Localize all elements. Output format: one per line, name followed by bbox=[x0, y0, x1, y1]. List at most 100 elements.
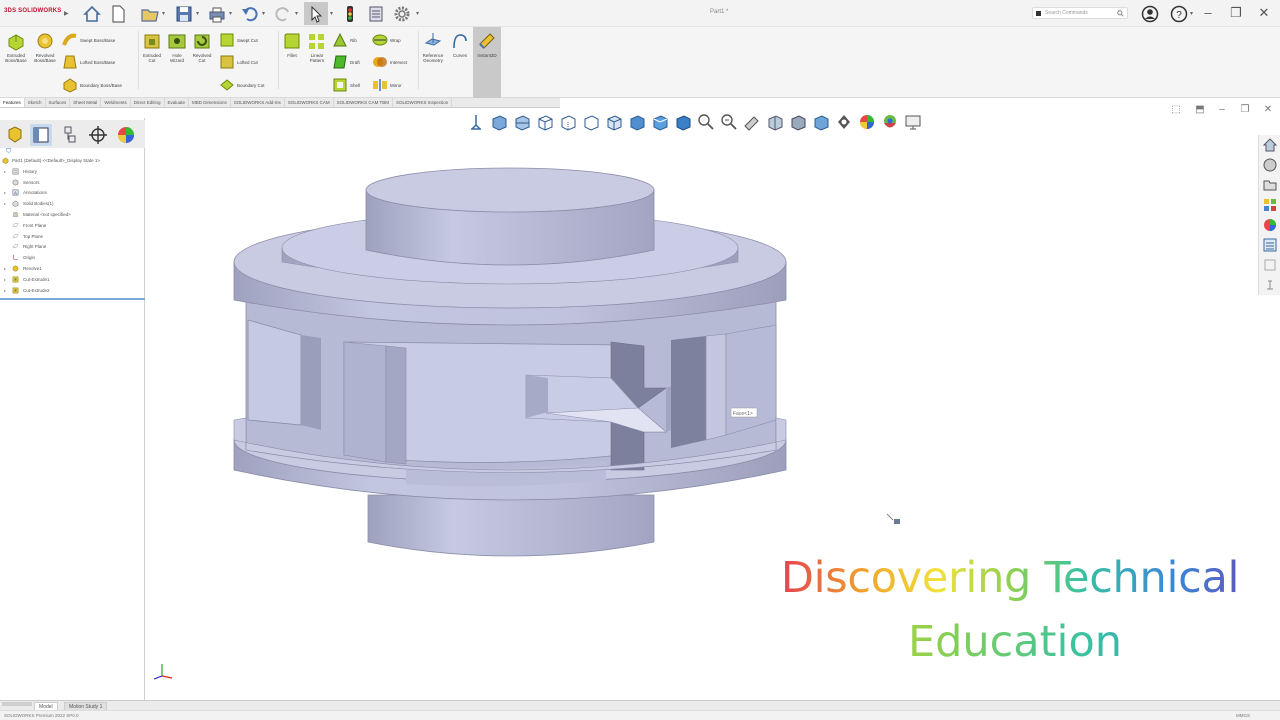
tree-item[interactable]: ▸ Solid Bodies(1) bbox=[0, 199, 145, 210]
boundary-boss-button[interactable]: Boundary Boss/Base bbox=[62, 77, 122, 93]
intersect-button[interactable]: Intersect bbox=[372, 54, 407, 70]
home-icon[interactable] bbox=[82, 4, 102, 24]
tab-inspection[interactable]: SOLIDWORKS Inspection bbox=[393, 98, 453, 107]
lofted-boss-button[interactable]: Lofted Boss/Base bbox=[62, 54, 115, 70]
new-document-icon[interactable] bbox=[108, 4, 128, 24]
appearances-scenes-icon[interactable] bbox=[1262, 217, 1278, 233]
file-properties-icon[interactable] bbox=[366, 4, 386, 24]
menu-expand-icon[interactable]: ▶ bbox=[64, 10, 69, 17]
user-account-icon[interactable] bbox=[1140, 4, 1160, 24]
zoom-to-fit-icon[interactable] bbox=[466, 112, 486, 132]
solidworks-forum-icon[interactable] bbox=[1262, 257, 1278, 273]
shaded-view-icon[interactable] bbox=[627, 112, 647, 132]
solidworks-logo[interactable]: 3DS SOLIDWORKS bbox=[4, 8, 62, 14]
tree-item[interactable]: ▸ A Annotations bbox=[0, 188, 145, 199]
tree-item[interactable]: ▸ Cut-Extrude2 bbox=[0, 286, 145, 297]
viewport-minimize-button[interactable]: – bbox=[1215, 104, 1229, 115]
tree-item[interactable]: Right Plane bbox=[0, 242, 145, 253]
tree-item[interactable]: Origin bbox=[0, 253, 145, 264]
shaded-edges-icon[interactable] bbox=[604, 112, 624, 132]
minimize-button[interactable]: – bbox=[1200, 5, 1216, 21]
status-units[interactable]: MMGS bbox=[1236, 713, 1250, 718]
apply-scene-icon[interactable] bbox=[834, 112, 854, 132]
tab-addins[interactable]: SOLIDWORKS Add-Ins bbox=[231, 98, 285, 107]
expand-arrow-icon[interactable]: ▸ bbox=[4, 201, 6, 206]
display-style-icon[interactable] bbox=[673, 112, 693, 132]
tab-scroll-arrows[interactable] bbox=[2, 702, 32, 706]
tab-direct-editing[interactable]: Direct Editing bbox=[131, 98, 165, 107]
undo-icon[interactable] bbox=[240, 4, 260, 24]
instant3d-button[interactable]: Instant3D bbox=[474, 31, 500, 58]
hide-show-items-icon[interactable] bbox=[788, 112, 808, 132]
solidworks-resources-icon[interactable] bbox=[1262, 137, 1278, 153]
boundary-cut-button[interactable]: Boundary Cut bbox=[219, 77, 265, 93]
scene-icon[interactable] bbox=[880, 112, 900, 132]
property-manager-tab[interactable] bbox=[30, 124, 52, 146]
redo-icon[interactable] bbox=[273, 4, 293, 24]
expand-arrow-icon[interactable]: ▸ bbox=[4, 190, 6, 195]
tree-item[interactable]: ▸ Cut-Extrude1 bbox=[0, 275, 145, 286]
viewport-split-icon[interactable]: ⬒ bbox=[1193, 104, 1207, 115]
viewport-close-button[interactable]: ✕ bbox=[1261, 104, 1275, 115]
tree-filter-icon[interactable]: ⛉ bbox=[6, 148, 11, 156]
view-settings-icon[interactable] bbox=[903, 112, 923, 132]
tab-features[interactable]: Features bbox=[0, 98, 25, 107]
select-tool-active[interactable] bbox=[304, 2, 328, 25]
viewport-restore-button[interactable]: ❐ bbox=[1238, 104, 1252, 115]
zoom-in-out-icon[interactable] bbox=[719, 112, 739, 132]
task-pane-pin-icon[interactable] bbox=[1262, 277, 1278, 293]
previous-view-icon[interactable] bbox=[489, 112, 509, 132]
swept-boss-button[interactable]: Swept Boss/Base bbox=[62, 32, 115, 48]
tree-item[interactable]: Sensors bbox=[0, 178, 145, 189]
dimxpert-manager-icon[interactable] bbox=[87, 124, 109, 146]
revolved-cut-button[interactable]: Revolved Cut bbox=[190, 31, 214, 63]
configuration-manager-icon[interactable] bbox=[59, 124, 81, 146]
edit-appearance-icon[interactable] bbox=[811, 112, 831, 132]
display-manager-icon[interactable] bbox=[115, 124, 137, 146]
expand-arrow-icon[interactable]: ▸ bbox=[4, 266, 6, 271]
rotate-view-icon[interactable] bbox=[765, 112, 785, 132]
rib-button[interactable]: Rib bbox=[332, 32, 357, 48]
hidden-lines-removed-icon[interactable] bbox=[581, 112, 601, 132]
tree-item[interactable]: ▸ History bbox=[0, 167, 145, 178]
appearance-ball-icon[interactable] bbox=[857, 112, 877, 132]
extruded-boss-button[interactable]: Extruded Boss/Base bbox=[2, 31, 30, 63]
open-folder-icon[interactable] bbox=[140, 4, 160, 24]
tree-item[interactable]: Top Plane bbox=[0, 232, 145, 243]
tree-item[interactable]: ▸ Revolve1 bbox=[0, 264, 145, 275]
draft-button[interactable]: Draft bbox=[332, 54, 360, 70]
reference-geometry-button[interactable]: Reference Geometry bbox=[420, 31, 446, 63]
part-model-3d[interactable]: Face<1> bbox=[226, 150, 796, 565]
rebuild-traffic-light-icon[interactable] bbox=[340, 4, 360, 24]
restore-button[interactable]: ❐ bbox=[1228, 5, 1244, 21]
custom-properties-icon[interactable] bbox=[1262, 237, 1278, 253]
zoom-area-icon[interactable] bbox=[696, 112, 716, 132]
hidden-lines-visible-icon[interactable] bbox=[558, 112, 578, 132]
file-explorer-icon[interactable] bbox=[1262, 177, 1278, 193]
tab-surfaces[interactable]: Surfaces bbox=[46, 98, 71, 107]
tab-evaluate[interactable]: Evaluate bbox=[165, 98, 190, 107]
save-icon[interactable] bbox=[174, 4, 194, 24]
mirror-button[interactable]: Mirror bbox=[372, 77, 402, 93]
help-icon[interactable]: ? bbox=[1169, 4, 1189, 24]
viewport-tile-icon[interactable]: ⬚ bbox=[1169, 104, 1183, 115]
shell-button[interactable]: Shell bbox=[332, 77, 360, 93]
swept-cut-button[interactable]: Swept Cut bbox=[219, 32, 258, 48]
tree-item[interactable]: Front Plane bbox=[0, 221, 145, 232]
options-gear-icon[interactable] bbox=[392, 4, 412, 24]
tab-mbd-dimensions[interactable]: MBD Dimensions bbox=[189, 98, 231, 107]
pan-icon[interactable] bbox=[742, 112, 762, 132]
search-icon[interactable] bbox=[1117, 10, 1124, 17]
extruded-cut-button[interactable]: Extruded Cut bbox=[140, 31, 164, 63]
revolved-boss-button[interactable]: Revolved Boss/Base bbox=[31, 31, 59, 63]
expand-arrow-icon[interactable]: ▸ bbox=[4, 288, 6, 293]
section-view-icon[interactable] bbox=[512, 112, 532, 132]
tab-cam-tbm[interactable]: SOLIDWORKS CAM TBM bbox=[334, 98, 394, 107]
tab-sheet-metal[interactable]: Sheet Metal bbox=[70, 98, 102, 107]
print-icon[interactable] bbox=[207, 4, 227, 24]
wireframe-view-icon[interactable] bbox=[535, 112, 555, 132]
linear-pattern-button[interactable]: Linear Pattern bbox=[305, 31, 329, 63]
hole-wizard-button[interactable]: Hole Wizard bbox=[165, 31, 189, 63]
tree-root-part[interactable]: Part1 (Default) <<Default>_Display State… bbox=[0, 156, 145, 167]
view-orientation-icon[interactable] bbox=[650, 112, 670, 132]
